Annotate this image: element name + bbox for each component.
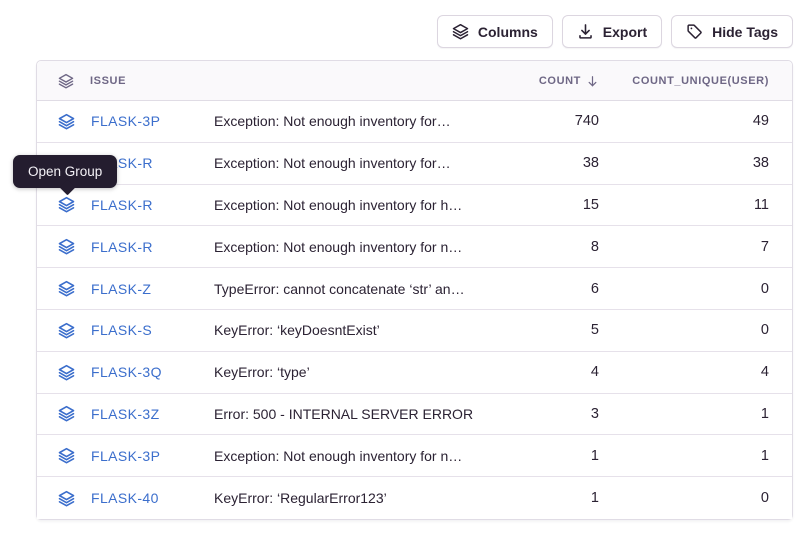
count-value: 1 bbox=[519, 448, 599, 464]
issue-message: Error: 500 - INTERNAL SERVER ERROR bbox=[214, 406, 519, 422]
issue-link[interactable]: FLASK-3P bbox=[91, 113, 160, 129]
count-unique-column-header[interactable]: COUNT_UNIQUE(USER) bbox=[632, 75, 769, 87]
open-group-stack-icon[interactable] bbox=[58, 322, 75, 339]
count-value: 5 bbox=[519, 322, 599, 338]
issue-message: Exception: Not enough inventory for n… bbox=[214, 239, 519, 255]
table-row: FLASK-3Z Error: 500 - INTERNAL SERVER ER… bbox=[37, 394, 792, 436]
count-value: 740 bbox=[519, 113, 599, 129]
issue-message: Exception: Not enough inventory for… bbox=[214, 155, 519, 171]
open-group-stack-icon[interactable] bbox=[58, 113, 75, 130]
count-unique-value: 0 bbox=[599, 490, 769, 506]
count-value: 15 bbox=[519, 197, 599, 213]
table-row: FLASK-R Exception: Not enough inventory … bbox=[37, 185, 792, 227]
count-unique-value: 49 bbox=[599, 113, 769, 129]
open-group-tooltip: Open Group bbox=[13, 155, 117, 188]
count-value: 6 bbox=[519, 281, 599, 297]
count-unique-value: 0 bbox=[599, 281, 769, 297]
columns-button-label: Columns bbox=[478, 24, 538, 40]
issue-message: KeyError: ‘type’ bbox=[214, 364, 519, 380]
issue-cell: FLASK-R bbox=[37, 238, 214, 255]
issue-message: Exception: Not enough inventory for… bbox=[214, 113, 519, 129]
issue-cell: FLASK-3Q bbox=[37, 364, 214, 381]
stack-icon bbox=[58, 73, 74, 89]
export-button-label: Export bbox=[603, 24, 647, 40]
issue-link[interactable]: FLASK-3Q bbox=[91, 364, 162, 380]
count-unique-value: 11 bbox=[599, 197, 769, 213]
issue-link[interactable]: FLASK-S bbox=[91, 322, 152, 338]
issue-link[interactable]: FLASK-40 bbox=[91, 490, 159, 506]
count-unique-column-label: COUNT_UNIQUE(USER) bbox=[632, 75, 769, 87]
count-column-header[interactable]: COUNT bbox=[539, 74, 599, 88]
issue-link[interactable]: FLASK-R bbox=[91, 197, 153, 213]
issue-message: TypeError: cannot concatenate ‘str’ an… bbox=[214, 281, 519, 297]
table-row: FLASK-S KeyError: ‘keyDoesntExist’ 5 0 bbox=[37, 310, 792, 352]
count-unique-value: 38 bbox=[599, 155, 769, 171]
open-group-stack-icon[interactable] bbox=[58, 447, 75, 464]
count-value: 38 bbox=[519, 155, 599, 171]
table-row: FLASK-3P Exception: Not enough inventory… bbox=[37, 435, 792, 477]
issue-cell: FLASK-Z bbox=[37, 280, 214, 297]
table-header-row: ISSUE COUNT COUNT_UNIQUE(USER) bbox=[37, 61, 792, 101]
open-group-stack-icon[interactable] bbox=[58, 196, 75, 213]
count-unique-value: 1 bbox=[599, 448, 769, 464]
issue-link[interactable]: FLASK-Z bbox=[91, 281, 151, 297]
tag-icon bbox=[686, 23, 703, 40]
issue-cell: FLASK-R bbox=[37, 196, 214, 213]
count-unique-value: 1 bbox=[599, 406, 769, 422]
issue-cell: FLASK-3P bbox=[37, 113, 214, 130]
issue-message: Exception: Not enough inventory for n… bbox=[214, 448, 519, 464]
open-group-stack-icon[interactable] bbox=[58, 405, 75, 422]
table-row: FLASK-3P Exception: Not enough inventory… bbox=[37, 101, 792, 143]
hide-tags-button-label: Hide Tags bbox=[712, 24, 778, 40]
count-unique-value: 7 bbox=[599, 239, 769, 255]
toolbar: Columns Export Hide Tags bbox=[437, 15, 793, 48]
open-group-stack-icon[interactable] bbox=[58, 490, 75, 507]
issue-message: Exception: Not enough inventory for h… bbox=[214, 197, 519, 213]
table-row: FLASK-Z TypeError: cannot concatenate ‘s… bbox=[37, 268, 792, 310]
count-unique-value: 0 bbox=[599, 322, 769, 338]
export-button[interactable]: Export bbox=[562, 15, 662, 48]
table-row: FLASK-R Exception: Not enough inventory … bbox=[37, 226, 792, 268]
stack-icon bbox=[452, 23, 469, 40]
issue-cell: FLASK-3Z bbox=[37, 405, 214, 422]
open-group-stack-icon[interactable] bbox=[58, 280, 75, 297]
issue-link[interactable]: FLASK-R bbox=[91, 239, 153, 255]
issue-link[interactable]: FLASK-3Z bbox=[91, 406, 160, 422]
issue-link[interactable]: FLASK-3P bbox=[91, 448, 160, 464]
table-row: FLASK-3Q KeyError: ‘type’ 4 4 bbox=[37, 352, 792, 394]
issue-cell: FLASK-3P bbox=[37, 447, 214, 464]
issue-column-label: ISSUE bbox=[90, 75, 126, 87]
download-icon bbox=[577, 23, 594, 40]
table-body: FLASK-3P Exception: Not enough inventory… bbox=[37, 101, 792, 519]
count-value: 8 bbox=[519, 239, 599, 255]
columns-button[interactable]: Columns bbox=[437, 15, 553, 48]
issue-message: KeyError: ‘keyDoesntExist’ bbox=[214, 322, 519, 338]
open-group-tooltip-label: Open Group bbox=[28, 164, 102, 179]
count-column-label: COUNT bbox=[539, 75, 581, 87]
issue-cell: FLASK-40 bbox=[37, 490, 214, 507]
hide-tags-button[interactable]: Hide Tags bbox=[671, 15, 793, 48]
open-group-stack-icon[interactable] bbox=[58, 364, 75, 381]
table-row: FLASK-40 KeyError: ‘RegularError123’ 1 0 bbox=[37, 477, 792, 519]
results-table: ISSUE COUNT COUNT_UNIQUE(USER) FLASK-3P … bbox=[36, 60, 793, 520]
count-value: 4 bbox=[519, 364, 599, 380]
count-value: 3 bbox=[519, 406, 599, 422]
issue-message: KeyError: ‘RegularError123’ bbox=[214, 490, 519, 506]
sort-descending-icon bbox=[586, 74, 599, 88]
issue-cell: FLASK-S bbox=[37, 322, 214, 339]
count-value: 1 bbox=[519, 490, 599, 506]
count-unique-value: 4 bbox=[599, 364, 769, 380]
open-group-stack-icon[interactable] bbox=[58, 238, 75, 255]
table-row: FLASK-R Exception: Not enough inventory … bbox=[37, 143, 792, 185]
issue-column-header[interactable]: ISSUE bbox=[37, 73, 214, 89]
